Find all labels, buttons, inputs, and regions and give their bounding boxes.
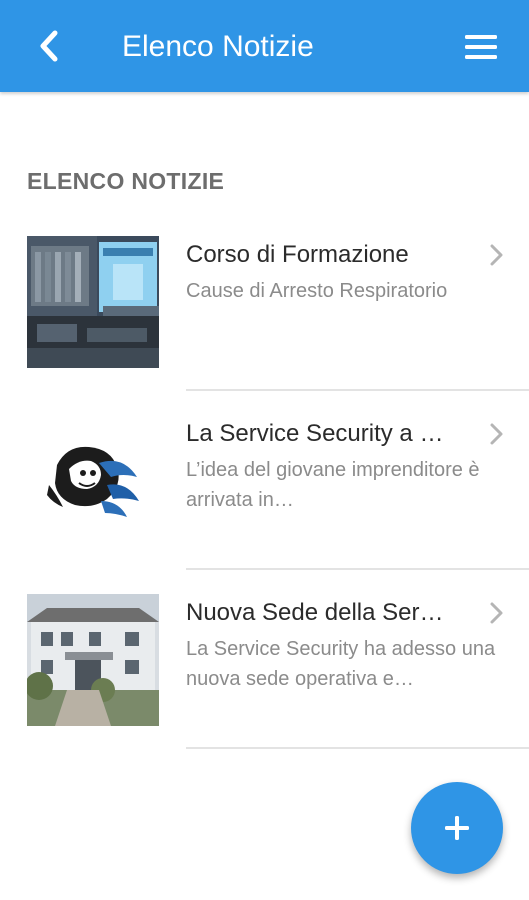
news-item[interactable]: Corso di Formazione Cause di Arresto Res…: [0, 212, 529, 391]
page-title: Elenco Notizie: [122, 30, 314, 63]
news-title: Nuova Sede della Ser…: [186, 599, 444, 626]
section-title: ELENCO NOTIZIE: [27, 168, 225, 194]
chevron-right-icon: [490, 244, 503, 266]
news-item[interactable]: La Service Security a … L’idea del giova…: [0, 391, 529, 570]
menu-button[interactable]: [458, 26, 504, 68]
news-subtitle: Cause di Arresto Respiratorio: [186, 280, 448, 302]
news-subtitle: L’idea del giovane imprenditore è arriva…: [186, 459, 480, 511]
news-list: Corso di Formazione Cause di Arresto Res…: [0, 212, 529, 749]
chevron-right-icon: [490, 602, 503, 624]
news-item[interactable]: Nuova Sede della Ser… La Service Securit…: [0, 570, 529, 749]
news-title: La Service Security a …: [186, 420, 444, 447]
classroom-projector-photo: [27, 236, 159, 368]
add-button[interactable]: [411, 782, 503, 874]
divider: [186, 747, 529, 749]
back-button[interactable]: [28, 24, 70, 68]
lion-logo: [27, 415, 159, 547]
plus-icon: [445, 816, 469, 840]
chevron-left-icon: [40, 30, 58, 62]
app-bar: Elenco Notizie: [0, 0, 529, 92]
hamburger-menu-icon: [465, 35, 497, 59]
chevron-right-icon: [490, 423, 503, 445]
news-subtitle: La Service Security ha adesso una nuova …: [186, 638, 496, 690]
news-title: Corso di Formazione: [186, 241, 409, 268]
building-photo: [27, 594, 159, 726]
